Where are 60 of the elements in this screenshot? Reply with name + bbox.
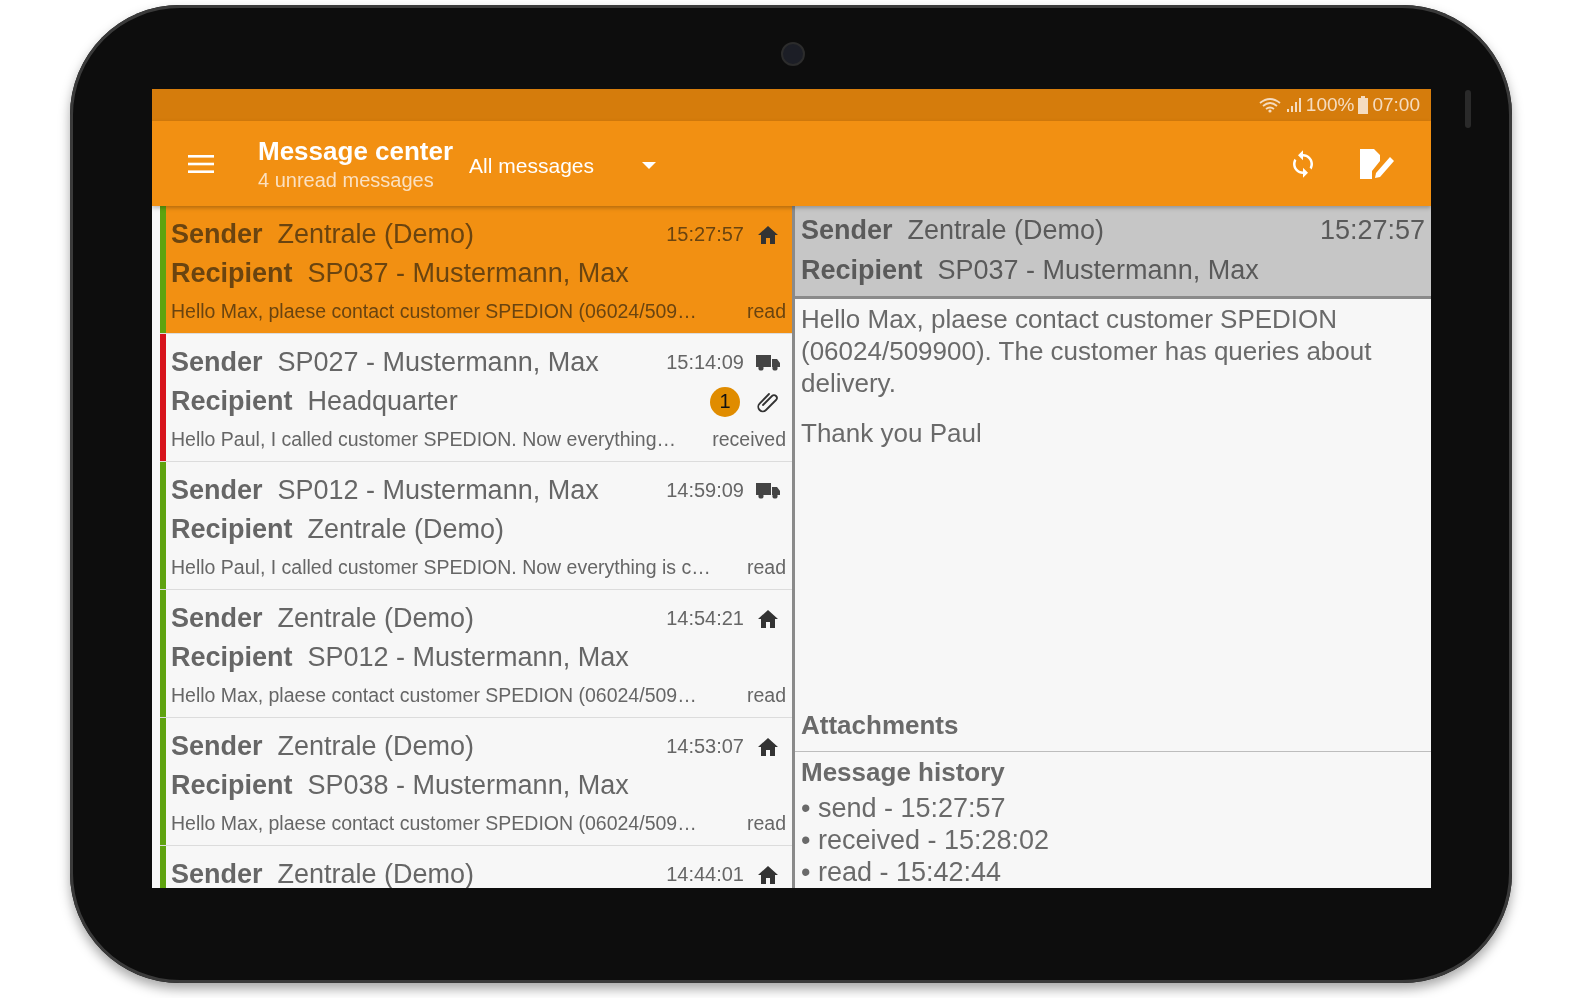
home-icon: [756, 609, 780, 628]
sender-line: Sender Zentrale (Demo): [171, 859, 476, 888]
sender-line: Sender Zentrale (Demo): [171, 603, 476, 634]
message-preview: Hello Paul, I called customer SPEDION. Now everything…: [171, 428, 678, 451]
history-entry: • send - 15:27:57: [800, 792, 1007, 824]
message-item[interactable]: Sender Zentrale (Demo) 15:27:57 Recipient SP037 - Mustermann, Max Hello Max, plaese contact customer SPEDION (06024/509… read: [160, 206, 792, 334]
truck-icon: [756, 354, 780, 371]
message-text: Hello Max, plaese contact customer SPEDION (06024/509900). The customer has queries about delivery.: [801, 303, 1373, 399]
history-entry: • received - 15:28:02: [800, 824, 1051, 856]
message-item[interactable]: Sender Zentrale (Demo) 14:53:07 Recipient SP038 - Mustermann, Max Hello Max, plaese contact customer SPEDION (06024/509… read: [160, 718, 792, 846]
recipient-line: Recipient SP037 - Mustermann, Max: [171, 258, 630, 289]
edit-document-icon: [1360, 148, 1394, 179]
caret-icon: [642, 161, 656, 170]
recipient-line: Recipient Headquarter: [171, 386, 459, 417]
unread-count: 4 unread messages: [258, 167, 435, 193]
sender-line: Sender Zentrale (Demo): [801, 214, 1106, 246]
message-status: received: [712, 428, 786, 451]
message-preview: Hello Max, plaese contact customer SPEDION (06024/509…: [171, 812, 698, 835]
message-time: 15:14:09: [666, 351, 744, 374]
truck-icon: [756, 482, 780, 499]
message-time: 14:44:01: [666, 863, 744, 886]
clock-time: 07:00: [1372, 94, 1420, 116]
menu-icon: [188, 154, 214, 173]
battery-percent: 100%: [1305, 94, 1355, 116]
message-text: Thank you Paul: [801, 417, 983, 449]
battery-icon: [1358, 96, 1369, 114]
wifi-icon: [1257, 97, 1282, 113]
message-item[interactable]: Sender SP027 - Mustermann, Max 15:14:09 Recipient Headquarter 1 Hello Paul, I called customer SPEDION. Now everything… received: [160, 334, 792, 462]
message-status: read: [746, 812, 786, 835]
message-status: read: [746, 556, 786, 579]
message-status: read: [746, 300, 786, 323]
sender-line: Sender Zentrale (Demo): [171, 731, 476, 762]
recipient-line: Recipient Zentrale (Demo): [171, 514, 506, 545]
recipient-line: Recipient SP038 - Mustermann, Max: [171, 770, 630, 801]
message-time: 15:27:57: [666, 223, 744, 246]
message-time: 14:59:09: [666, 479, 744, 502]
history-entry: • read - 15:42:44: [800, 856, 1003, 888]
signal-icon: [1285, 97, 1302, 113]
home-icon: [756, 737, 780, 756]
message-time: 15:27:57: [1319, 214, 1425, 246]
message-item[interactable]: Sender SP012 - Mustermann, Max 14:59:09 Recipient Zentrale (Demo) Hello Paul, I called customer SPEDION. Now everything is c… read: [160, 462, 792, 590]
sender-line: Sender SP027 - Mustermann, Max: [171, 347, 600, 378]
history-heading: Message history: [800, 756, 1006, 789]
recipient-line: Recipient SP012 - Mustermann, Max: [171, 642, 630, 673]
message-time: 14:54:21: [666, 607, 744, 630]
message-preview: Hello Max, plaese contact customer SPEDION (06024/509…: [171, 684, 698, 707]
sender-line: Sender SP012 - Mustermann, Max: [171, 475, 600, 506]
recipient-line: Recipient SP037 - Mustermann, Max: [801, 254, 1260, 286]
sender-line: Sender Zentrale (Demo): [171, 219, 476, 250]
attachments-heading: Attachments: [800, 709, 960, 742]
unread-badge: 1: [710, 386, 740, 417]
message-preview: Hello Max, plaese contact customer SPEDION (06024/509…: [171, 300, 698, 323]
message-time: 14:53:07: [666, 735, 744, 758]
home-icon: [756, 225, 780, 244]
message-status: read: [746, 684, 786, 707]
message-preview: Hello Paul, I called customer SPEDION. Now everything is c…: [171, 556, 712, 579]
app-title: Message center: [258, 134, 454, 167]
home-icon: [756, 865, 780, 884]
message-item[interactable]: Sender Zentrale (Demo) 14:54:21 Recipient SP012 - Mustermann, Max Hello Max, plaese contact customer SPEDION (06024/509… read: [160, 590, 792, 718]
camera-lens: [781, 42, 805, 66]
